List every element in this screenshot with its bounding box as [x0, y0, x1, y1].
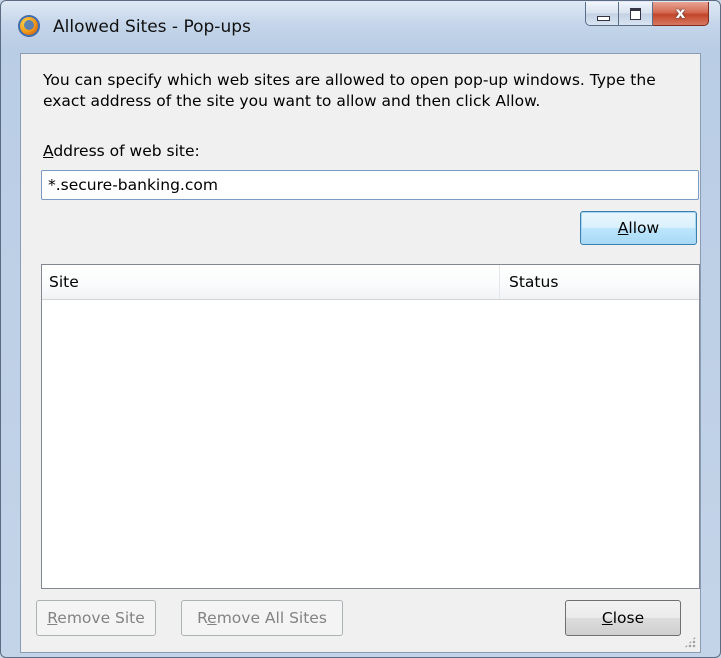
close-button[interactable]: Close — [565, 600, 681, 636]
close-label: lose — [612, 609, 645, 627]
address-label-accesskey: A — [43, 142, 54, 160]
caption-buttons: x — [585, 2, 709, 26]
close-icon: x — [675, 4, 686, 22]
remove-site-button[interactable]: Remove Site — [36, 600, 156, 636]
description-text: You can specify which web sites are allo… — [43, 71, 656, 110]
resize-grip-icon[interactable] — [684, 636, 696, 648]
allow-label: llow — [628, 219, 660, 237]
remove-all-label-rest: move All Sites — [216, 609, 327, 627]
window-title: Allowed Sites - Pop-ups — [53, 17, 251, 37]
title-bar[interactable]: Allowed Sites - Pop-ups x — [1, 1, 720, 53]
minimize-icon — [597, 16, 610, 21]
column-header-status[interactable]: Status — [501, 265, 699, 299]
minimize-button[interactable] — [585, 2, 619, 26]
list-header: Site Status — [42, 265, 699, 300]
allow-accesskey: A — [617, 219, 629, 237]
close-accesskey: C — [601, 609, 613, 627]
address-label: Address of web site: — [43, 142, 200, 160]
allow-button[interactable]: Allow — [580, 211, 697, 245]
remove-all-sites-button[interactable]: Remove All Sites — [181, 600, 343, 636]
remove-site-accesskey: R — [47, 609, 58, 627]
allowed-sites-list[interactable]: Site Status — [41, 264, 700, 589]
remove-site-label: emove Site — [57, 609, 145, 627]
maximize-icon — [630, 8, 641, 20]
dialog-window: Allowed Sites - Pop-ups x You can specif… — [0, 0, 721, 658]
dialog-content: You can specify which web sites are allo… — [20, 53, 701, 653]
address-input[interactable] — [41, 170, 699, 200]
remove-all-label-start: R — [197, 609, 208, 627]
column-header-site[interactable]: Site — [42, 265, 500, 299]
maximize-button[interactable] — [619, 2, 653, 26]
address-label-text: ddress of web site: — [53, 142, 200, 160]
close-window-button[interactable]: x — [653, 2, 709, 26]
firefox-icon[interactable] — [18, 15, 40, 37]
remove-all-accesskey: e — [207, 609, 217, 627]
